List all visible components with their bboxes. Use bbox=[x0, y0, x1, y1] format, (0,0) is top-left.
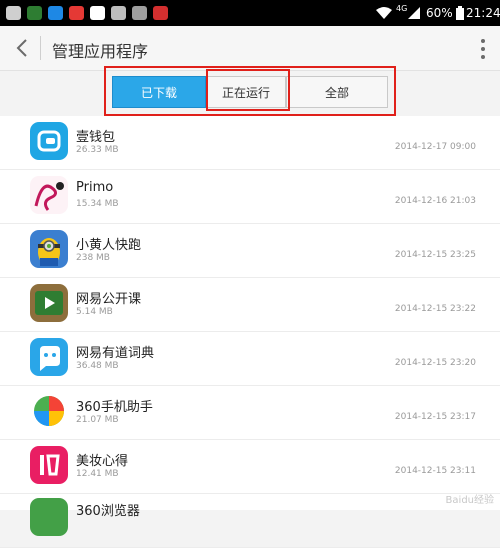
list-item[interactable]: 壹钱包 26.33 MB 2014-12-17 09:00 bbox=[0, 116, 500, 170]
app-name: 360手机助手 bbox=[76, 400, 153, 415]
minion-app-icon bbox=[30, 230, 68, 268]
app-name: 壹钱包 bbox=[76, 130, 116, 145]
360-browser-app-icon bbox=[30, 498, 68, 536]
app-bar: 管理应用程序 bbox=[0, 26, 500, 71]
signal-icon bbox=[408, 7, 420, 19]
makeup-app-icon bbox=[30, 446, 68, 484]
app-date: 2014-12-15 23:20 bbox=[394, 358, 476, 368]
wifi-icon bbox=[376, 7, 392, 19]
app-date: 2014-12-15 23:11 bbox=[394, 466, 476, 476]
list-item[interactable]: Primo 15.34 MB 2014-12-16 21:03 bbox=[0, 170, 500, 224]
watermark: Baidu经验 bbox=[445, 495, 494, 506]
app-size: 15.34 MB bbox=[76, 199, 119, 209]
app-size: 238 MB bbox=[76, 253, 110, 263]
list-item[interactable]: 网易有道词典 36.48 MB 2014-12-15 23:20 bbox=[0, 332, 500, 386]
notification-icon bbox=[153, 6, 168, 20]
notification-icon bbox=[111, 6, 126, 20]
notification-icon bbox=[48, 6, 63, 20]
battery-percent: 60% bbox=[426, 6, 453, 20]
app-name: 小黄人快跑 bbox=[76, 238, 142, 253]
app-name: 网易有道词典 bbox=[76, 346, 155, 361]
app-date: 2014-12-17 09:00 bbox=[394, 142, 476, 152]
list-item[interactable]: 网易公开课 5.14 MB 2014-12-15 23:22 bbox=[0, 278, 500, 332]
app-list: 壹钱包 26.33 MB 2014-12-17 09:00 Primo 15.3… bbox=[0, 116, 500, 548]
app-size: 26.33 MB bbox=[76, 145, 119, 155]
app-date: 2014-12-15 23:25 bbox=[394, 250, 476, 260]
app-date: 2014-12-15 23:17 bbox=[394, 412, 476, 422]
divider bbox=[40, 36, 41, 60]
back-arrow-icon[interactable] bbox=[10, 34, 34, 62]
app-date: 2014-12-16 21:03 bbox=[394, 196, 476, 206]
app-size: 21.07 MB bbox=[76, 415, 119, 425]
list-item[interactable]: 美妆心得 12.41 MB 2014-12-15 23:11 bbox=[0, 440, 500, 494]
primo-app-icon bbox=[30, 176, 68, 214]
highlight-box-inner bbox=[206, 69, 290, 111]
app-size: 5.14 MB bbox=[76, 307, 113, 317]
status-bar: 4G 60% 21:24 bbox=[0, 0, 500, 26]
notification-icon bbox=[90, 6, 105, 20]
app-date: 2014-12-15 23:22 bbox=[394, 304, 476, 314]
list-item[interactable]: 360手机助手 21.07 MB 2014-12-15 23:17 bbox=[0, 386, 500, 440]
app-name: 网易公开课 bbox=[76, 292, 142, 307]
app-name: 美妆心得 bbox=[76, 454, 129, 469]
network-type: 4G bbox=[396, 4, 408, 13]
notification-icon bbox=[69, 6, 84, 20]
clock: 21:24 bbox=[466, 6, 500, 20]
app-size: 36.48 MB bbox=[76, 361, 119, 371]
battery-icon bbox=[456, 6, 464, 20]
list-item[interactable]: 小黄人快跑 238 MB 2014-12-15 23:25 bbox=[0, 224, 500, 278]
page-title: 管理应用程序 bbox=[52, 42, 149, 61]
wallet-app-icon bbox=[30, 122, 68, 160]
360-assistant-app-icon bbox=[30, 392, 68, 430]
list-item[interactable]: 360浏览器 bbox=[0, 494, 500, 548]
youdao-dict-app-icon bbox=[30, 338, 68, 376]
overflow-menu-icon[interactable] bbox=[480, 38, 486, 60]
notification-icon bbox=[27, 6, 42, 20]
notification-icon bbox=[132, 6, 147, 20]
open-course-app-icon bbox=[30, 284, 68, 322]
app-name: Primo bbox=[76, 180, 114, 195]
app-size: 12.41 MB bbox=[76, 469, 119, 479]
notification-icon bbox=[6, 6, 21, 20]
